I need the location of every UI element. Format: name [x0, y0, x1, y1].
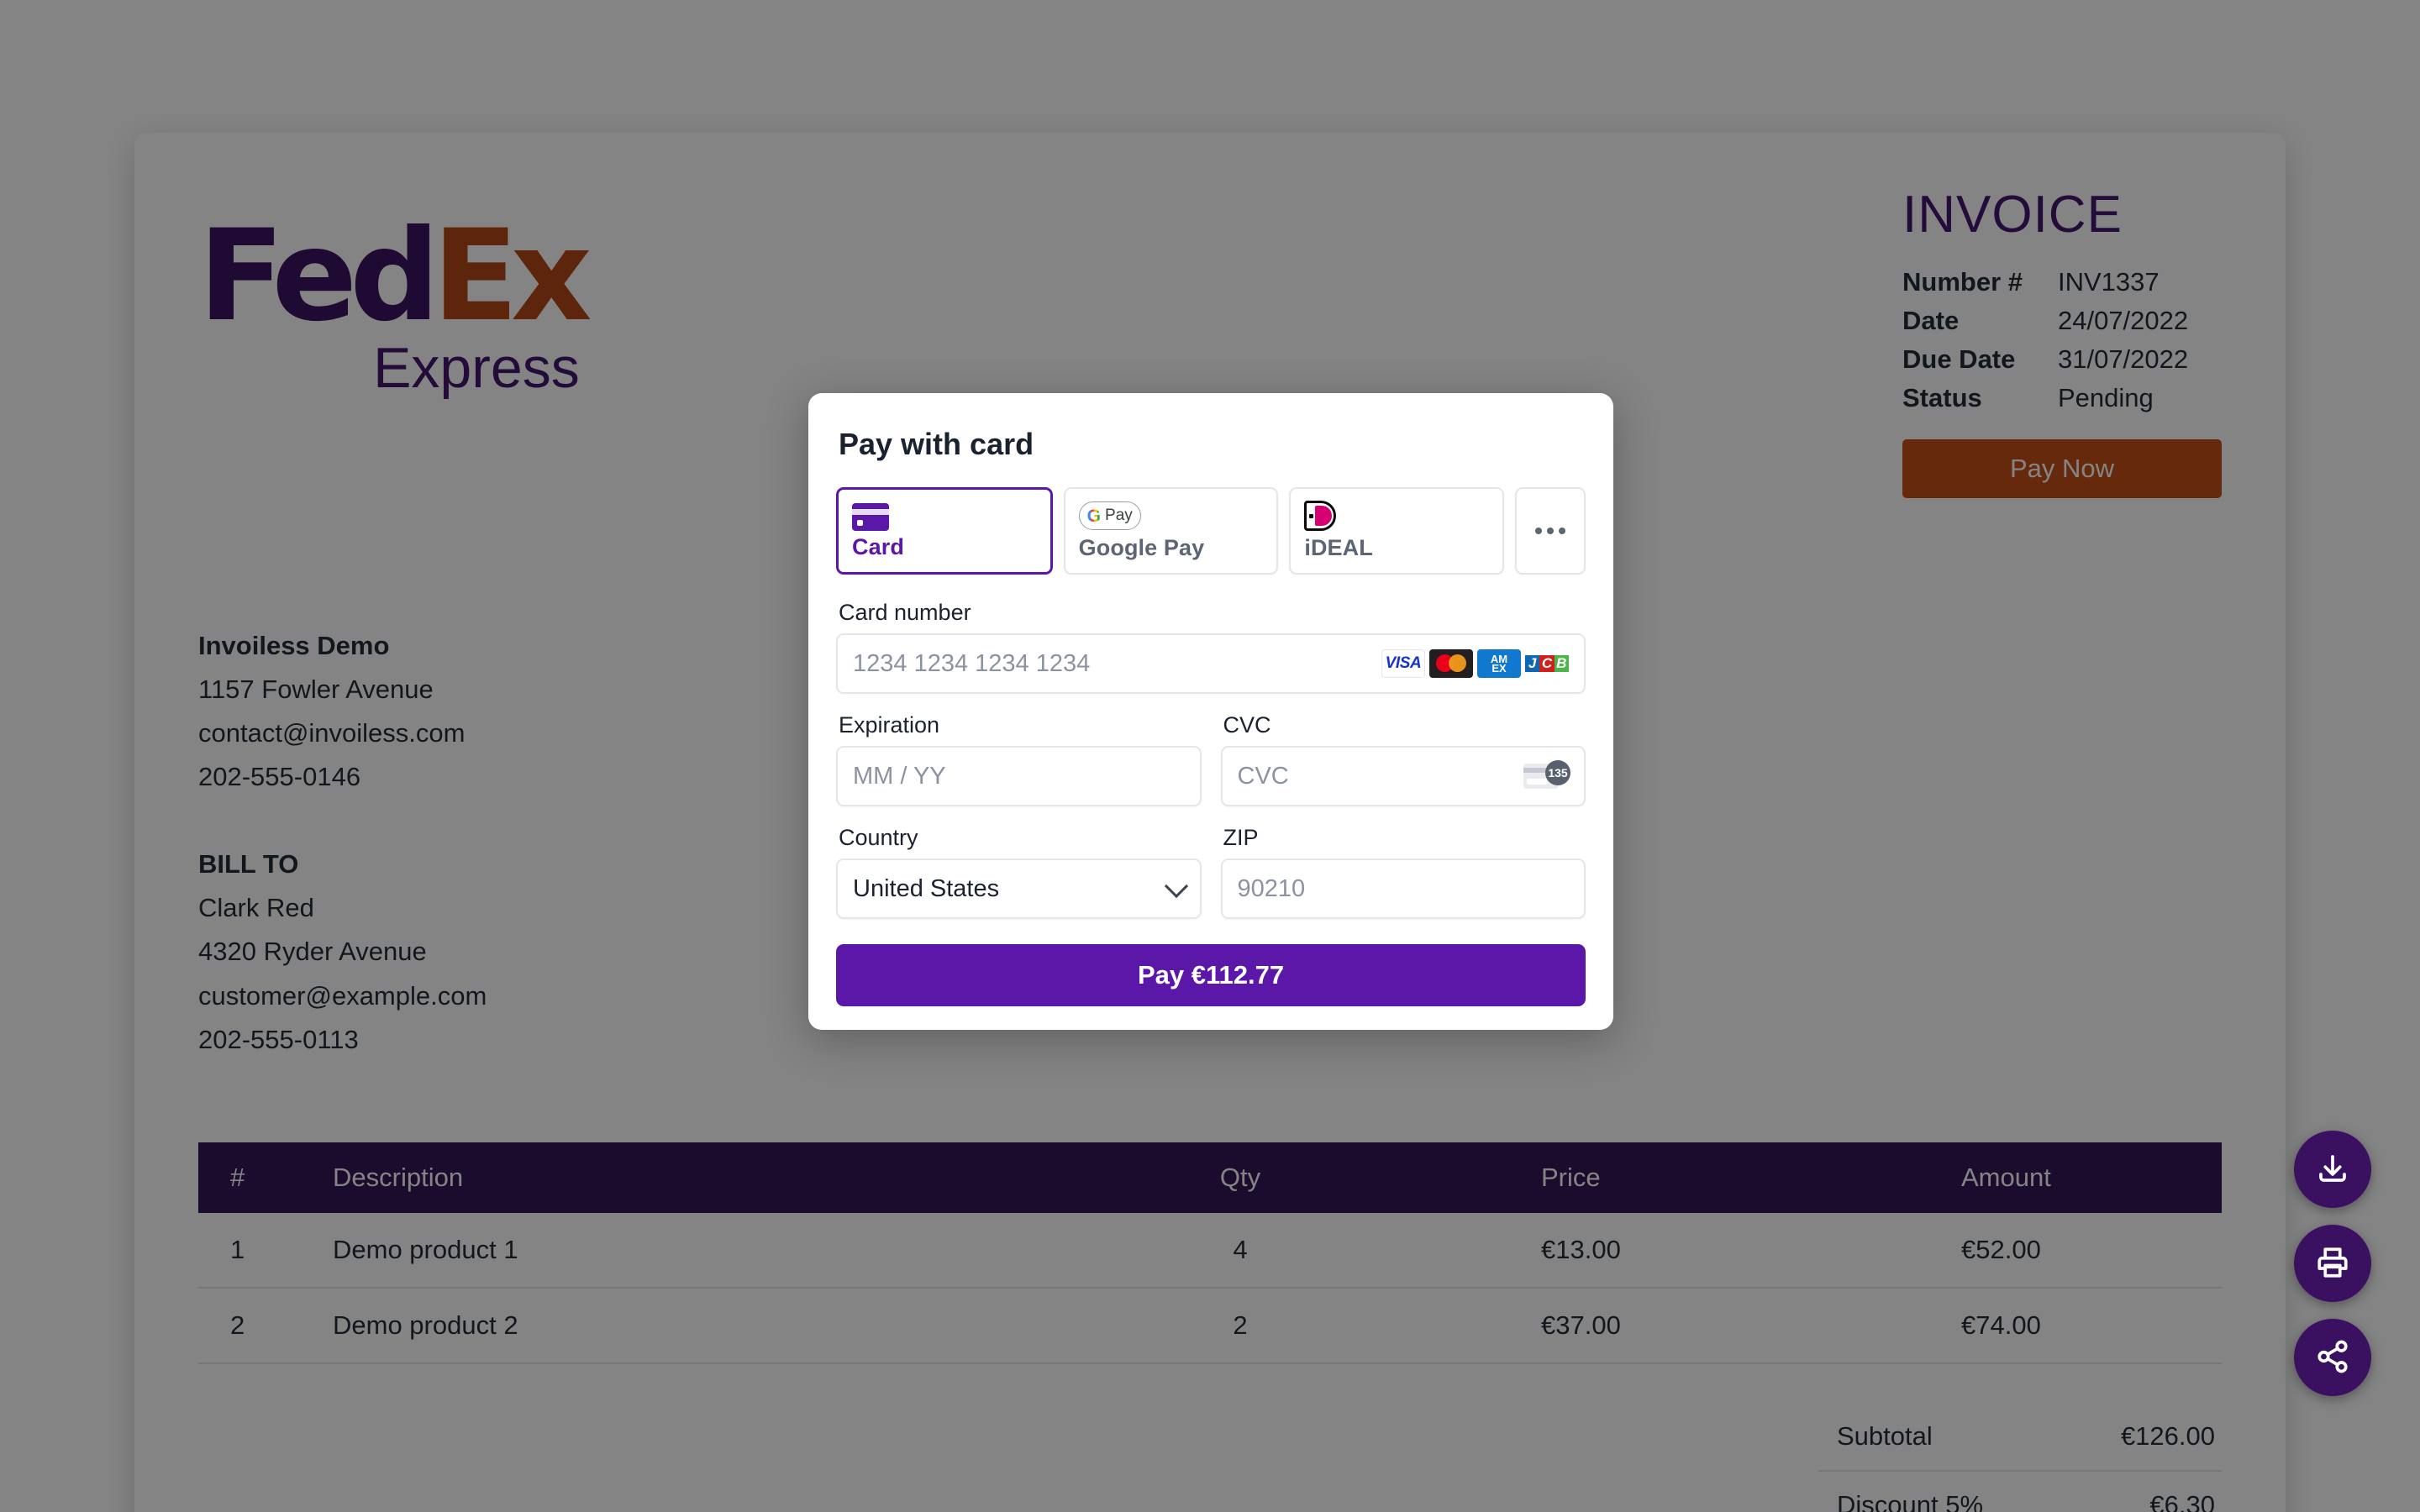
download-icon [2315, 1151, 2350, 1189]
expiration-input[interactable]: MM / YY [836, 746, 1202, 806]
zip-group: ZIP 90210 [1220, 825, 1586, 919]
expiration-placeholder: MM / YY [853, 762, 946, 790]
payment-method-label: Card [852, 534, 904, 559]
share-button[interactable] [2294, 1319, 2371, 1396]
payment-method-label: Google Pay [1078, 535, 1205, 560]
payment-method-tabs: Card G Pay Google Pay iDEAL [836, 487, 1586, 575]
zip-input[interactable]: 90210 [1220, 858, 1586, 919]
cvc-group: CVC CVC 135 [1220, 712, 1586, 806]
modal-title: Pay with card [839, 427, 1034, 461]
google-pay-icon: G Pay [1078, 501, 1264, 531]
payment-method-ideal[interactable]: iDEAL [1289, 487, 1505, 575]
country-label: Country [839, 825, 918, 850]
card-number-group: Card number 1234 1234 1234 1234 VISA AM E… [836, 600, 1586, 694]
ideal-icon [1304, 501, 1489, 531]
payment-method-label: iDEAL [1304, 535, 1373, 560]
print-icon [2315, 1245, 2350, 1283]
visa-icon: VISA [1381, 649, 1425, 678]
jcb-icon: JCB [1525, 649, 1569, 678]
amex-icon: AM EX [1477, 649, 1521, 678]
expiry-cvc-row: Expiration MM / YY CVC CVC 135 [836, 712, 1586, 806]
country-zip-row: Country United States ZIP 90210 [836, 825, 1586, 919]
card-number-input[interactable]: 1234 1234 1234 1234 VISA AM EX JCB [836, 633, 1586, 694]
credit-card-icon [852, 501, 1037, 532]
share-icon [2315, 1339, 2350, 1377]
download-button[interactable] [2294, 1131, 2371, 1208]
card-number-placeholder: 1234 1234 1234 1234 [853, 649, 1091, 677]
country-value: United States [853, 874, 1000, 902]
zip-label: ZIP [1223, 825, 1259, 850]
expiration-label: Expiration [839, 712, 940, 738]
payment-modal: Pay with card Card G Pay Google Pay iDEAL [808, 393, 1613, 1030]
cvc-hint-icon: 135 [1523, 760, 1570, 791]
expiration-group: Expiration MM / YY [836, 712, 1202, 806]
payment-method-google-pay[interactable]: G Pay Google Pay [1063, 487, 1279, 575]
submit-payment-button[interactable]: Pay €112.77 [836, 944, 1586, 1006]
zip-placeholder: 90210 [1237, 874, 1306, 902]
mastercard-icon [1429, 649, 1473, 678]
card-brand-icons: VISA AM EX JCB [1381, 649, 1569, 678]
more-options-icon [1535, 528, 1566, 534]
screen: FedEx Express INVOICE Number # INV1337 D… [0, 0, 2420, 1512]
chevron-down-icon [1164, 874, 1188, 898]
cvc-input[interactable]: CVC 135 [1220, 746, 1586, 806]
floating-action-buttons [2294, 1131, 2371, 1396]
cvc-placeholder: CVC [1237, 762, 1289, 790]
country-group: Country United States [836, 825, 1202, 919]
country-select[interactable]: United States [836, 858, 1202, 919]
payment-method-card[interactable]: Card [836, 487, 1053, 575]
more-payment-methods-button[interactable] [1515, 487, 1586, 575]
cvc-hint-badge: 135 [1545, 760, 1570, 785]
card-number-label: Card number [839, 600, 971, 625]
print-button[interactable] [2294, 1225, 2371, 1302]
cvc-label: CVC [1223, 712, 1271, 738]
